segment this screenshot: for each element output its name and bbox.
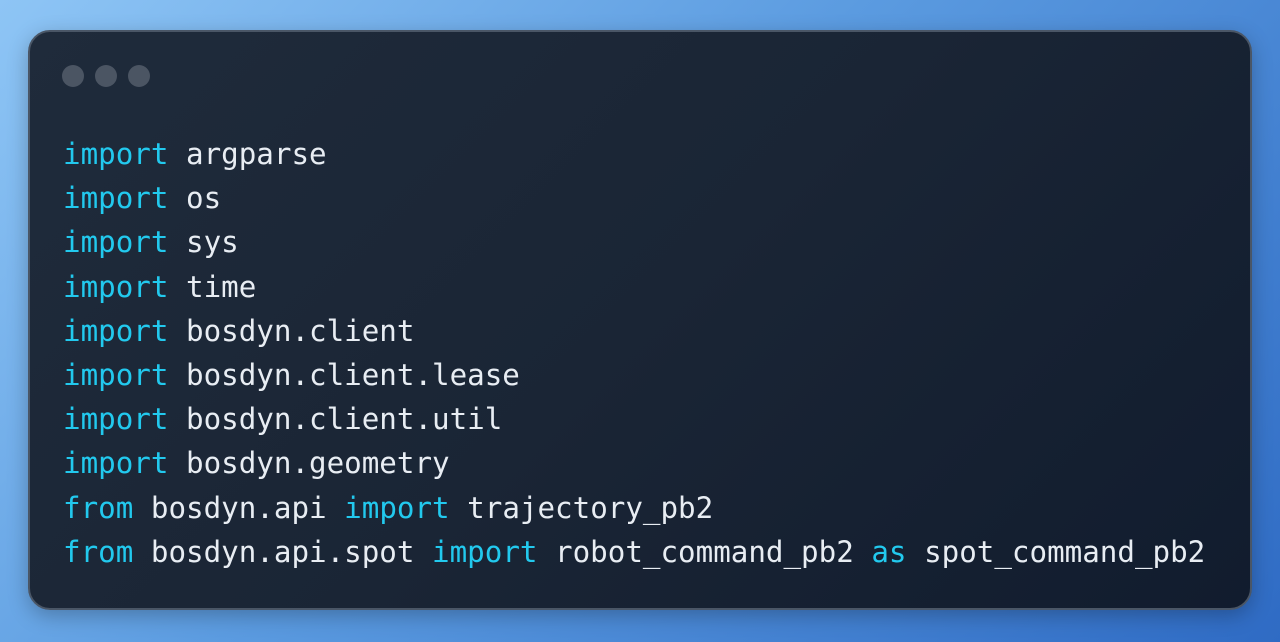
keyword-token: import [344,490,450,525]
code-token: argparse [168,137,327,171]
keyword-token: import [63,225,169,260]
code-token: bosdyn.api.spot [133,534,433,569]
code-line: import bosdyn.geometry [63,441,1205,485]
keyword-token: as [871,534,907,569]
keyword-token: import [432,534,538,569]
keyword-token: import [63,269,169,304]
code-line: import argparse [63,132,1205,176]
minimize-dot-icon [95,65,117,87]
keyword-token: import [63,358,169,393]
code-token: bosdyn.api [133,490,345,525]
code-token: trajectory_pb2 [449,490,714,525]
code-line: import sys [63,220,1205,264]
keyword-token: import [63,137,169,171]
code-token: spot_command_pb2 [906,534,1206,569]
maximize-dot-icon [128,65,150,87]
keyword-token: import [63,446,169,481]
code-line: from bosdyn.api.spot import robot_comman… [63,530,1205,574]
code-line: import time [63,265,1205,309]
code-token: bosdyn.client.lease [168,358,520,393]
code-token: bosdyn.client.util [168,402,503,437]
code-window: import argparse import os import sys import… [28,30,1252,610]
code-token: sys [168,225,239,260]
code-line: import bosdyn.client.util [63,397,1205,441]
code-token: bosdyn.client [168,313,415,348]
code-block: import argparse import os import sys import… [63,132,1205,574]
code-line: from bosdyn.api import trajectory_pb2 [63,486,1205,530]
keyword-token: import [63,313,169,348]
keyword-token: from [63,534,134,569]
keyword-token: import [63,402,169,437]
keyword-token: import [63,181,169,216]
code-token: robot_command_pb2 [537,534,872,569]
code-line: import os [63,176,1205,220]
close-dot-icon [62,65,84,87]
code-line: import bosdyn.client.lease [63,353,1205,397]
code-line: import bosdyn.client [63,309,1205,353]
window-controls [62,65,150,87]
code-token: bosdyn.geometry [168,446,450,481]
code-token: time [168,269,257,304]
code-token: os [168,181,222,216]
keyword-token: from [63,490,134,525]
